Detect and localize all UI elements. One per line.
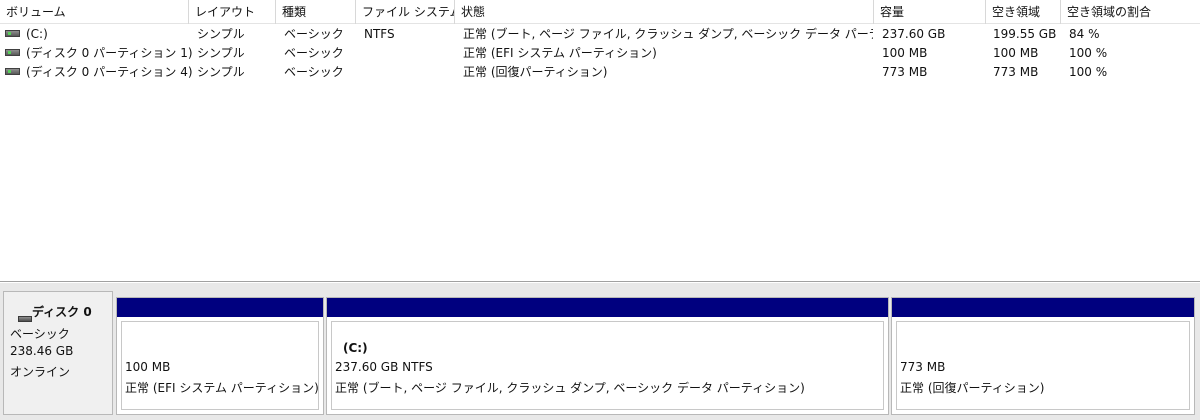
volume-list[interactable]: ボリューム レイアウト 種類 ファイル システム 状態 容量 空き領域 空き領域… [0,0,1200,282]
partition-efi[interactable]: 100 MB 正常 (EFI システム パーティション) [116,297,324,415]
column-header-layout[interactable]: レイアウト [189,0,276,24]
disk-name: ディスク 0 [32,305,92,319]
volume-type: ベーシック [284,46,344,60]
volume-name: (ディスク 0 パーティション 4) [26,65,193,79]
volume-free-percent: 84 % [1069,27,1100,41]
volume-free-space: 199.55 GB [993,27,1057,41]
volume-name: (C:) [26,27,48,41]
volume-capacity: 773 MB [882,65,928,79]
disk-state: オンライン [10,365,71,379]
volume-layout: シンプル [197,27,245,41]
volume-status: 正常 (EFI システム パーティション) [463,46,657,60]
table-row[interactable]: (ディスク 0 パーティション 1) シンプル ベーシック 正常 (EFI シス… [0,44,1200,63]
disk-type: ベーシック [10,327,70,341]
volume-status: 正常 (ブート, ページ ファイル, クラッシュ ダンプ, ベーシック データ … [463,27,873,41]
partition-header-bar [327,298,888,317]
volume-name: (ディスク 0 パーティション 1) [26,46,193,60]
partition-header-bar [892,298,1194,317]
partition-size: 237.60 GB NTFS [335,360,433,374]
column-header-capacity[interactable]: 容量 [874,0,986,24]
column-header-row: ボリューム レイアウト 種類 ファイル システム 状態 容量 空き領域 空き領域… [0,0,1200,24]
volume-free-percent: 100 % [1069,65,1108,79]
drive-icon [5,49,20,56]
partition-header-bar [117,298,323,317]
volume-layout: シンプル [197,65,245,79]
partition-status: 正常 (ブート, ページ ファイル, クラッシュ ダンプ, ベーシック データ … [335,381,805,395]
column-header-status[interactable]: 状態 [455,0,874,24]
volume-free-space: 100 MB [993,46,1039,60]
partition-c[interactable]: (C:) 237.60 GB NTFS 正常 (ブート, ページ ファイル, ク… [326,297,889,415]
volume-free-percent: 100 % [1069,46,1108,60]
partition-size: 100 MB [125,360,171,374]
table-row[interactable]: (ディスク 0 パーティション 4) シンプル ベーシック 正常 (回復パーティ… [0,63,1200,82]
disk-icon [18,316,32,322]
drive-icon [5,68,20,75]
volume-layout: シンプル [197,46,245,60]
volume-type: ベーシック [284,65,344,79]
column-header-volume[interactable]: ボリューム [0,0,189,24]
column-header-filesystem[interactable]: ファイル システム [356,0,455,24]
volume-capacity: 100 MB [882,46,928,60]
volume-capacity: 237.60 GB [882,27,946,41]
volume-filesystem: NTFS [364,27,395,41]
partition-recovery[interactable]: 773 MB 正常 (回復パーティション) [891,297,1195,415]
column-header-free-percent[interactable]: 空き領域の割合 [1061,0,1200,24]
column-header-free-space[interactable]: 空き領域 [986,0,1061,24]
disk-size: 238.46 GB [10,344,74,358]
volume-free-space: 773 MB [993,65,1039,79]
partition-status: 正常 (EFI システム パーティション) [125,381,319,395]
drive-icon [5,30,20,37]
partition-size: 773 MB [900,360,946,374]
column-header-type[interactable]: 種類 [276,0,356,24]
partition-label: (C:) [343,341,368,355]
disk-map-pane: ディスク 0 ベーシック 238.46 GB オンライン 100 MB 正常 (… [0,283,1200,420]
volume-type: ベーシック [284,27,344,41]
table-row[interactable]: (C:) シンプル ベーシック NTFS 正常 (ブート, ページ ファイル, … [0,25,1200,44]
partition-status: 正常 (回復パーティション) [900,381,1045,395]
volume-status: 正常 (回復パーティション) [463,65,608,79]
